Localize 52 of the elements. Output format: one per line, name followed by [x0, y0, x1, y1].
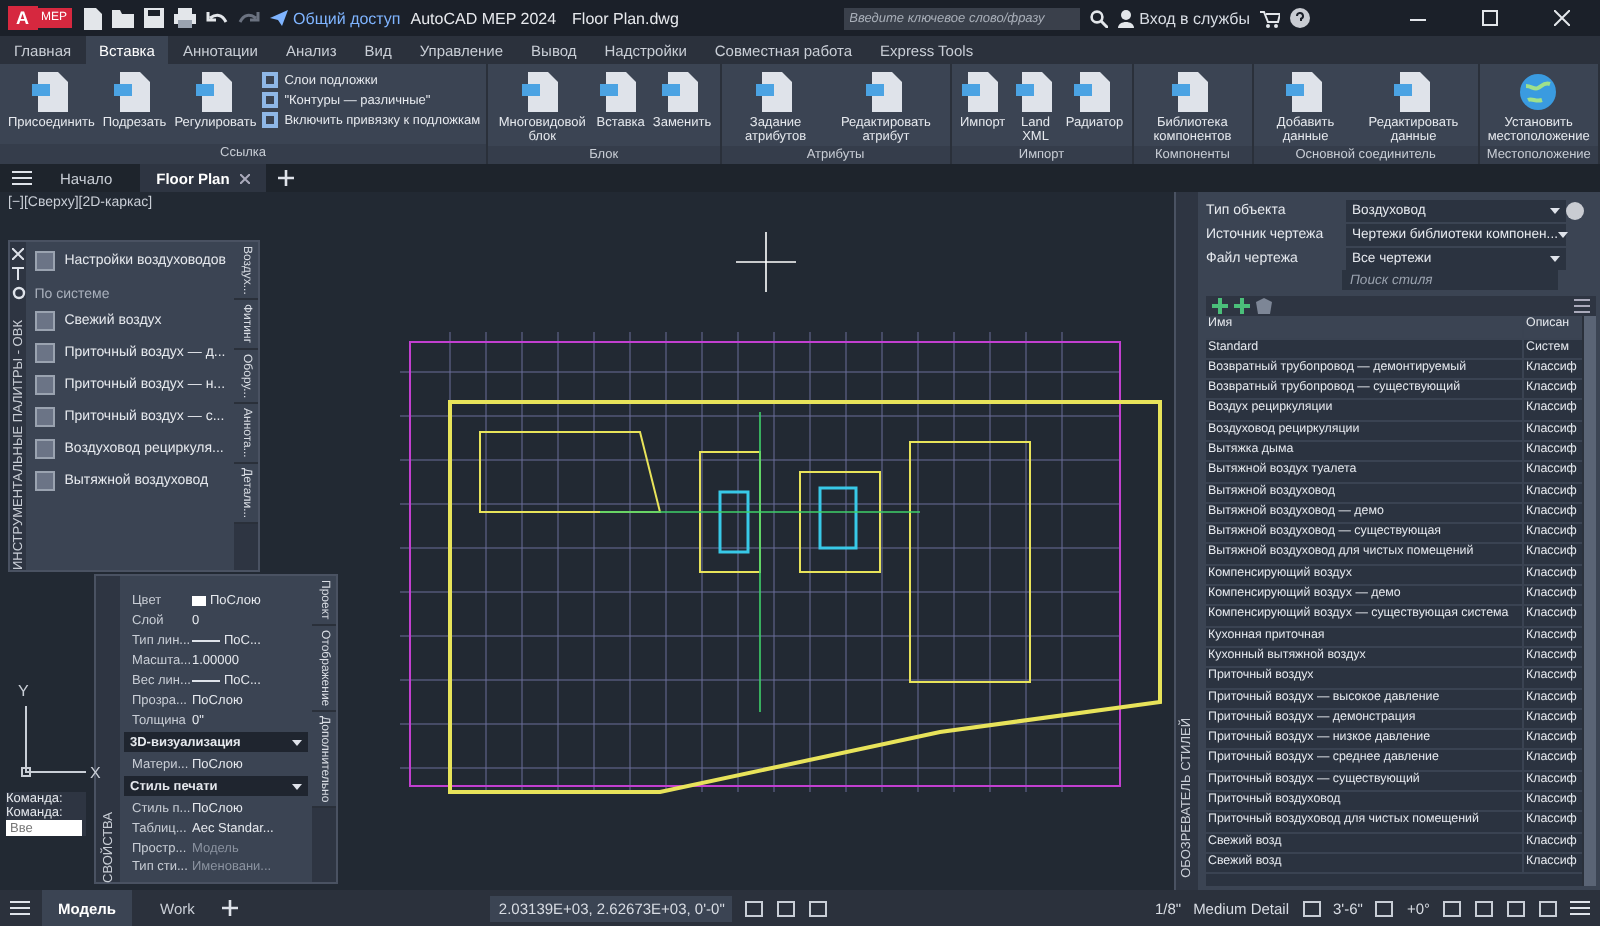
- file-name: Floor Plan.dwg: [572, 9, 679, 27]
- search-icon[interactable]: [1089, 9, 1108, 27]
- add-icon[interactable]: [222, 900, 239, 916]
- add-icon[interactable]: [277, 170, 294, 186]
- list-view-icon[interactable]: [1574, 298, 1590, 314]
- send-icon: [269, 10, 288, 26]
- caret-icon: [292, 783, 302, 790]
- document-icon: [193, 70, 238, 114]
- redo-icon[interactable]: [237, 10, 260, 26]
- document-icon: [1391, 70, 1436, 114]
- document-icon: [29, 70, 74, 114]
- duct-tool-icon: [34, 342, 57, 364]
- menu-icon[interactable]: [10, 900, 30, 916]
- duct-tool-icon: [34, 310, 57, 332]
- save-icon[interactable]: [143, 8, 164, 28]
- axis-label: Y: [18, 682, 29, 700]
- app-logo[interactable]: A: [8, 6, 37, 30]
- document-icon: [753, 70, 798, 114]
- duct-tool-icon: [34, 406, 57, 428]
- color-swatch-icon: [192, 596, 206, 607]
- new-file-icon[interactable]: [81, 7, 102, 29]
- folder-icon[interactable]: [111, 8, 134, 28]
- close-icon[interactable]: [239, 173, 250, 183]
- user-icon: [1117, 9, 1134, 27]
- caret-icon: [292, 739, 302, 746]
- sign-in-button[interactable]: Вход в службы: [1117, 9, 1250, 27]
- app-title: AutoCAD MEP 2024: [410, 9, 557, 27]
- document-icon: [1283, 70, 1328, 114]
- caret-icon: [1557, 231, 1568, 237]
- print-icon[interactable]: [173, 8, 196, 28]
- duct-tool-icon: [34, 470, 57, 492]
- caret-icon: [1550, 255, 1560, 261]
- add-style-icon[interactable]: [1234, 298, 1250, 314]
- menu-icon[interactable]: [12, 170, 32, 186]
- maximize-icon[interactable]: [1482, 10, 1498, 26]
- cart-icon[interactable]: [1260, 9, 1280, 27]
- globe-icon: [1516, 70, 1561, 114]
- undo-icon[interactable]: [205, 10, 228, 26]
- line-sample-icon: [192, 678, 220, 685]
- duct-tool-icon: [34, 374, 57, 396]
- axis-label: X: [90, 764, 101, 782]
- caret-icon: [1550, 207, 1560, 213]
- share-button[interactable]: Общий доступ: [269, 9, 401, 27]
- document-icon: [1013, 70, 1058, 114]
- crosshair-cursor-icon: [736, 232, 796, 292]
- ucs-icon: [16, 702, 88, 782]
- duct-tool-icon: [34, 438, 57, 460]
- add-style-icon[interactable]: [1212, 298, 1228, 314]
- menu-icon[interactable]: [1570, 900, 1590, 916]
- line-sample-icon: [192, 638, 220, 645]
- scrollbar[interactable]: [1582, 316, 1596, 886]
- document-icon: [863, 70, 908, 114]
